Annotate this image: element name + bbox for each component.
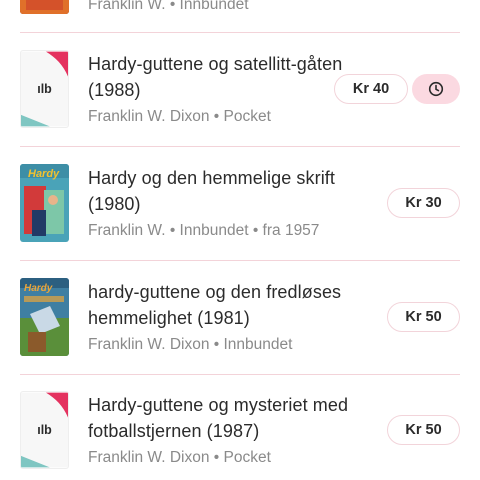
book-cover: ılb bbox=[20, 50, 69, 128]
book-cover: ılb bbox=[20, 391, 69, 469]
list-item[interactable]: ılb Hardy-guttene og mysteriet med fotba… bbox=[20, 375, 460, 480]
clock-icon bbox=[428, 81, 444, 97]
list-item[interactable]: Hardy hardy-guttene og den fredløses hem… bbox=[20, 261, 460, 374]
item-meta: Franklin W. Dixon • Pocket bbox=[88, 108, 271, 125]
book-cover-image: Hardy bbox=[20, 164, 69, 242]
price-badge[interactable]: Kr 40 bbox=[334, 74, 408, 104]
book-cover-image bbox=[20, 0, 69, 14]
book-cover: Hardy bbox=[20, 164, 69, 242]
book-cover-image: Hardy bbox=[20, 278, 69, 356]
item-meta: Franklin W. Dixon • Pocket bbox=[88, 449, 271, 466]
item-title: hardy-guttene og den fredløses hemmeligh… bbox=[88, 282, 342, 328]
svg-text:Hardy: Hardy bbox=[28, 168, 60, 180]
price-badge[interactable]: Kr 50 bbox=[387, 415, 460, 445]
placeholder-logo: ılb bbox=[21, 51, 68, 127]
svg-text:Hardy: Hardy bbox=[24, 283, 53, 294]
price-badge[interactable]: Kr 30 bbox=[387, 188, 460, 218]
book-cover: Hardy bbox=[20, 278, 69, 356]
logo-text: ılb bbox=[37, 423, 52, 437]
item-title: Hardy og den hemmelige skrift (1980) bbox=[88, 168, 336, 214]
logo-text: ılb bbox=[37, 82, 52, 96]
listing-list: Franklin W. • Innbundet ılb Hardy-gutten… bbox=[0, 0, 480, 480]
book-cover bbox=[20, 0, 69, 14]
item-title: Hardy-guttene og mysteriet med fotballst… bbox=[88, 395, 349, 441]
list-item[interactable]: Hardy Hardy og den hemmelige skrift (198… bbox=[20, 147, 460, 260]
reminder-button[interactable] bbox=[412, 74, 460, 104]
placeholder-logo: ılb bbox=[21, 392, 68, 468]
list-item[interactable]: ılb Hardy-guttene og satellitt-gåten (19… bbox=[20, 33, 460, 146]
price-badge[interactable]: Kr 50 bbox=[387, 302, 460, 332]
item-meta: Franklin W. • Innbundet • fra 1957 bbox=[88, 222, 320, 239]
item-meta: Franklin W. • Innbundet bbox=[88, 0, 249, 13]
item-title: Hardy-guttene og satellitt-gåten (1988) bbox=[88, 54, 343, 100]
list-item[interactable]: Franklin W. • Innbundet bbox=[20, 0, 460, 32]
item-meta: Franklin W. Dixon • Innbundet bbox=[88, 336, 293, 353]
